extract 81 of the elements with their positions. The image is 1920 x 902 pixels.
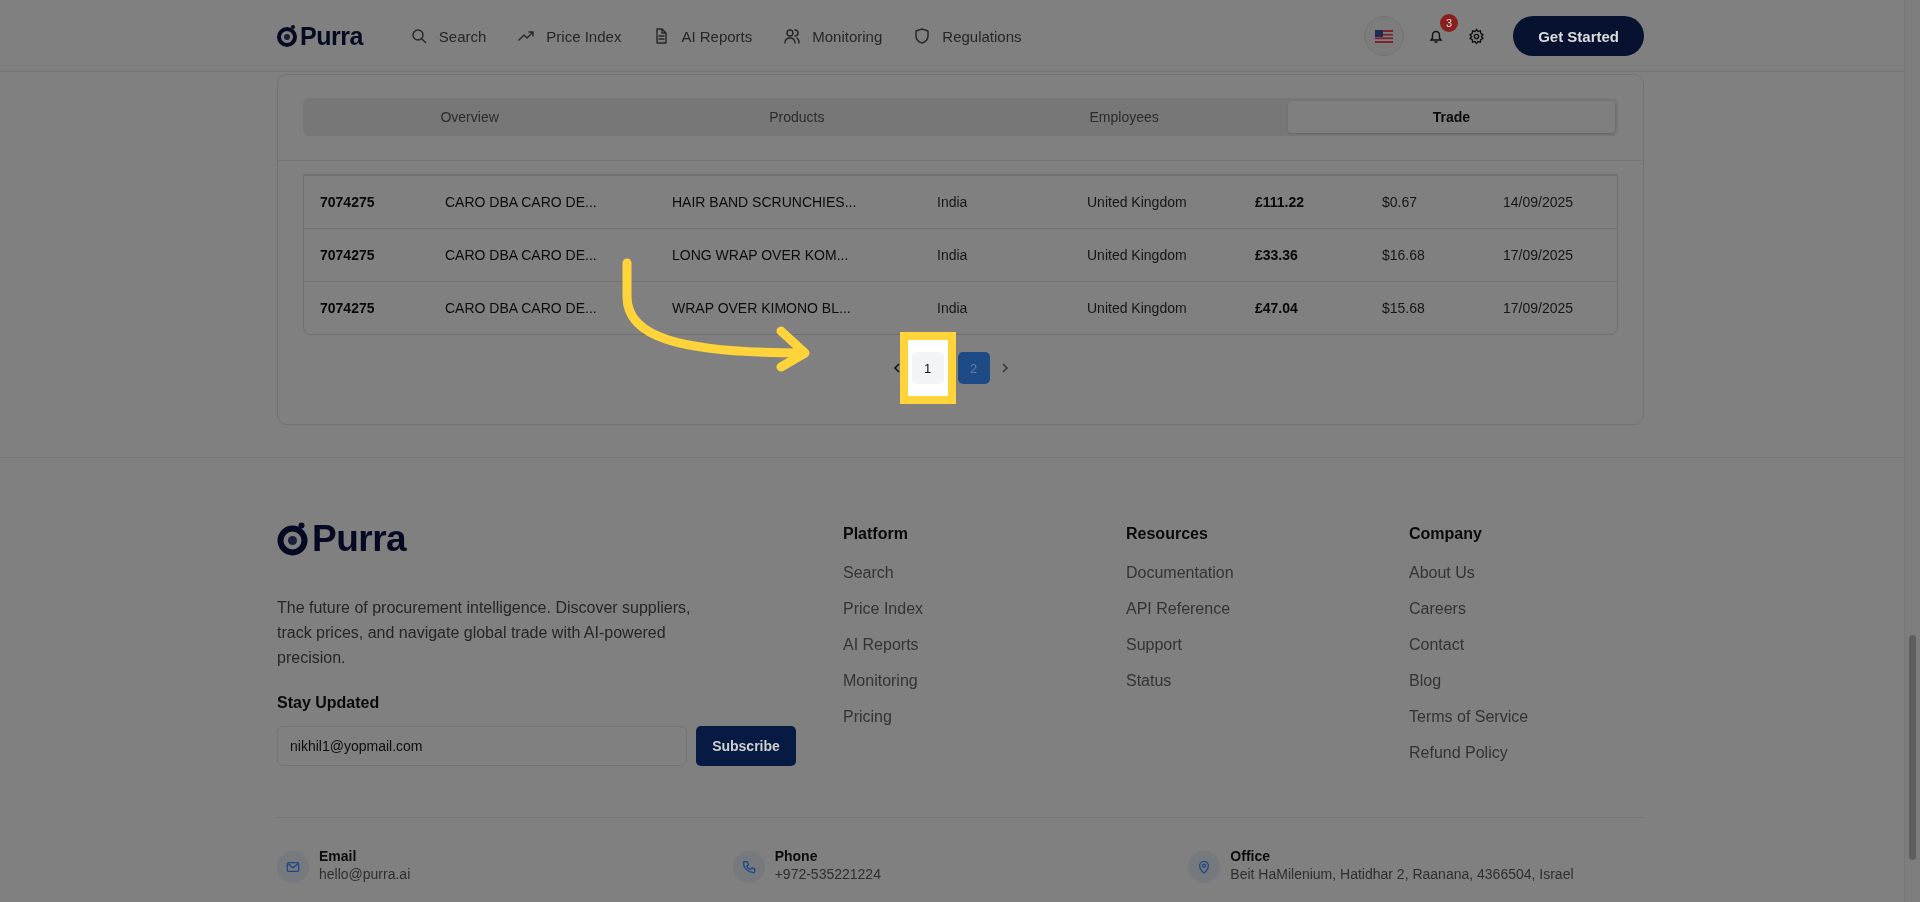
footer-link[interactable]: Terms of Service	[1409, 699, 1644, 735]
table-cell-text: CARO DBA CARO DE...	[445, 194, 598, 210]
flag-icon	[1375, 29, 1394, 43]
contact-value: +972-535221224	[774, 866, 881, 882]
contact-icon	[277, 851, 309, 883]
footer-link[interactable]: Pricing	[843, 699, 1126, 735]
contact-icon	[732, 851, 765, 883]
subscribe-button[interactable]: Subscribe	[696, 726, 796, 766]
table-cell-text: £33.36	[1255, 247, 1299, 263]
email-field[interactable]: nikhil1@yopmail.com	[277, 726, 687, 766]
settings-icon[interactable]	[1468, 27, 1486, 45]
footer-link[interactable]: Status	[1126, 663, 1409, 699]
notification-badge: 3	[1440, 14, 1459, 32]
table-cell-text: 17/09/2025	[1503, 300, 1575, 316]
table-cell-text: 7074275	[320, 300, 376, 316]
footer-link[interactable]: Search	[843, 555, 1126, 591]
table-cell-text: LONG WRAP OVER KOM...	[672, 247, 850, 263]
shield-icon	[914, 28, 931, 44]
table-cell-text: India	[937, 194, 969, 210]
chevron-right-icon[interactable]	[999, 362, 1010, 374]
contact-value: Beit HaMilenium, Hatidhar 2, Raanana, 4366504, Israel	[1230, 866, 1574, 882]
footer-link[interactable]: Documentation	[1126, 555, 1409, 591]
footer-link[interactable]: Refund Policy	[1409, 735, 1644, 771]
page-button[interactable]: 1	[911, 352, 944, 384]
nav-link[interactable]: Price Index	[518, 27, 622, 45]
newsletter-title: Stay Updated	[277, 694, 381, 712]
table-cell-text: $0.67	[1382, 194, 1419, 210]
table-cell-text: India	[937, 300, 969, 316]
get-started-button[interactable]: Get Started	[1513, 16, 1644, 56]
logo[interactable]: Purra	[277, 21, 363, 51]
table-cell-text: United Kingdom	[1087, 247, 1188, 263]
footer-link[interactable]: Careers	[1409, 591, 1644, 627]
table-cell-text: United Kingdom	[1087, 300, 1188, 316]
footer-heading: Platform	[843, 525, 909, 543]
document-icon	[653, 28, 670, 44]
footer-link[interactable]: About Us	[1409, 555, 1644, 591]
language-button[interactable]	[1364, 16, 1405, 56]
table-cell-text: $15.68	[1382, 300, 1426, 316]
table-cell-text: United Kingdom	[1087, 194, 1188, 210]
footer-link[interactable]: Support	[1126, 627, 1409, 663]
footer-link[interactable]: Blog	[1409, 663, 1644, 699]
nav-link[interactable]: Monitoring	[784, 27, 883, 45]
scrollbar[interactable]	[1904, 0, 1920, 902]
table-cell-text: 7074275	[320, 194, 376, 210]
contact-label: Phone	[774, 848, 819, 864]
table-cell-text: £47.04	[1255, 300, 1299, 316]
footer-link[interactable]: AI Reports	[843, 627, 1126, 663]
bell-icon[interactable]	[1428, 28, 1445, 44]
table-cell-text: WRAP OVER KIMONO BL...	[672, 300, 852, 316]
table-cell-text: 17/09/2025	[1503, 247, 1575, 263]
footer-link[interactable]: API Reference	[1126, 591, 1409, 627]
contact-icon	[1188, 851, 1221, 883]
users-icon	[784, 28, 801, 44]
tab[interactable]: Overview	[306, 101, 634, 133]
search-icon	[410, 28, 427, 44]
footer-logo: Purra	[277, 518, 843, 560]
table-cell-text: CARO DBA CARO DE...	[445, 247, 598, 263]
footer-heading: Resources	[1126, 525, 1209, 543]
contact-label: Office	[1230, 848, 1272, 864]
footer-link[interactable]: Contact	[1409, 627, 1644, 663]
tab[interactable]: Employees	[960, 101, 1288, 133]
footer-link[interactable]: Monitoring	[843, 663, 1126, 699]
footer-link[interactable]: Price Index	[843, 591, 1126, 627]
contact-label: Email	[319, 848, 358, 864]
tab[interactable]: Products	[633, 101, 961, 133]
nav-link[interactable]: Search	[410, 27, 487, 45]
chevron-left-icon[interactable]	[891, 362, 902, 374]
footer-heading: Company	[1409, 525, 1483, 543]
table-cell-text: HAIR BAND SCRUNCHIES...	[672, 194, 858, 210]
footer-description: The future of procurement intelligence. Discover suppliers, track prices, and navigate global trade with AI-powered precision.	[277, 598, 692, 668]
contact-value: hello@purra.ai	[319, 866, 411, 882]
table-cell-text: India	[937, 247, 969, 263]
nav-link[interactable]: AI Reports	[653, 27, 753, 45]
page-button[interactable]: 2	[957, 352, 990, 384]
tab[interactable]: Trade	[1287, 101, 1615, 133]
table-cell-text: 7074275	[320, 247, 376, 263]
table-cell-text: 14/09/2025	[1503, 194, 1575, 210]
table-cell-text: $16.68	[1382, 247, 1426, 263]
nav-link[interactable]: Regulations	[914, 27, 1022, 45]
table-cell-text: £111.22	[1255, 194, 1306, 210]
table-cell-text: CARO DBA CARO DE...	[445, 300, 598, 316]
